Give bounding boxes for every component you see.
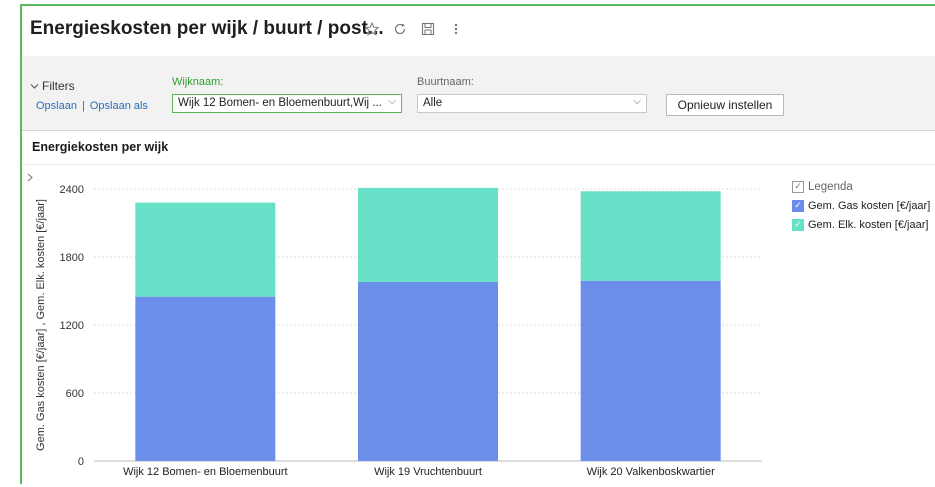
bar-segment-elk [135,202,276,297]
title-actions [364,20,464,38]
y-axis-label: Gem. Gas kosten [€/jaar] , Gem. Elk. kos… [35,199,47,451]
filter-bar: Filters Opslaan | Opslaan als Wijknaam: Wi… [22,66,935,124]
legend-label: Gem. Elk. kosten [€/jaar] [808,218,929,231]
more-icon[interactable] [448,20,464,38]
x-tick-label: Wijk 20 Valkenboskwartier [587,466,716,478]
link-separator: | [81,100,85,112]
y-tick-label: 1200 [60,320,84,332]
buurtnaam-select[interactable]: Alle ⌵ [417,94,647,113]
buurtnaam-value: Alle [423,97,443,109]
legend-label: Gem. Gas kosten [€/jaar] [808,199,931,212]
legend-item-elk[interactable]: ✓ Gem. Elk. kosten [€/jaar] [792,215,930,234]
x-tick-label: Wijk 12 Bomen- en Bloemenbuurt [123,466,287,478]
legend-item-gas[interactable]: ✓ Gem. Gas kosten [€/jaar] [792,196,930,215]
star-icon[interactable] [364,20,380,38]
y-tick-label: 0 [78,456,84,468]
title-bar: Energieskosten per wijk / buurt / post..… [22,6,935,56]
save-filter-link[interactable]: Opslaan [36,100,77,112]
y-tick-label: 600 [66,388,84,400]
chart-legend: ✓ Legenda ✓ Gem. Gas kosten [€/jaar] ✓ G… [792,177,930,234]
chevron-down-icon [30,79,39,93]
chevron-down-icon: ⌵ [388,96,396,107]
checkbox-icon: ✓ [792,180,804,193]
refresh-icon[interactable] [392,20,408,38]
chart-panel: Energiekosten per wijk 0 600 1200 1800 2400 G… [22,130,935,484]
legend-toggle[interactable]: ✓ Legenda [792,177,930,196]
y-tick-label: 1800 [60,252,84,264]
save-icon[interactable] [420,20,436,38]
wijknaam-label: Wijknaam: [172,76,224,88]
filter-links: Opslaan | Opslaan als [36,100,148,112]
bar-segment-gas [580,280,721,461]
filters-toggle[interactable]: Filters [30,79,75,93]
checkbox-icon: ✓ [792,199,804,212]
x-tick-label: Wijk 19 Vruchtenbuurt [374,466,482,478]
bar-segment-gas [135,296,276,461]
checkbox-icon: ✓ [792,218,804,231]
buurtnaam-label: Buurtnaam: [417,76,474,88]
page-title: Energieskosten per wijk / buurt / post..… [30,18,384,39]
chevron-down-icon: ⌵ [633,96,641,107]
wijknaam-select[interactable]: Wijk 12 Bomen- en Bloemenbuurt,Wij ... ⌵ [172,94,402,113]
chart-title: Energiekosten per wijk [32,140,169,154]
y-tick-label: 2400 [60,184,84,196]
save-as-filter-link[interactable]: Opslaan als [90,100,148,112]
bar-segment-elk [580,191,721,281]
bar-segment-elk [358,187,498,282]
dashboard-frame: Energieskosten per wijk / buurt / post..… [20,4,935,484]
filters-toggle-label: Filters [42,79,75,93]
reset-button[interactable]: Opnieuw instellen [666,94,784,116]
bar-segment-gas [358,281,498,461]
legend-title: Legenda [808,180,853,193]
wijknaam-value: Wijk 12 Bomen- en Bloemenbuurt,Wij ... [178,97,382,109]
